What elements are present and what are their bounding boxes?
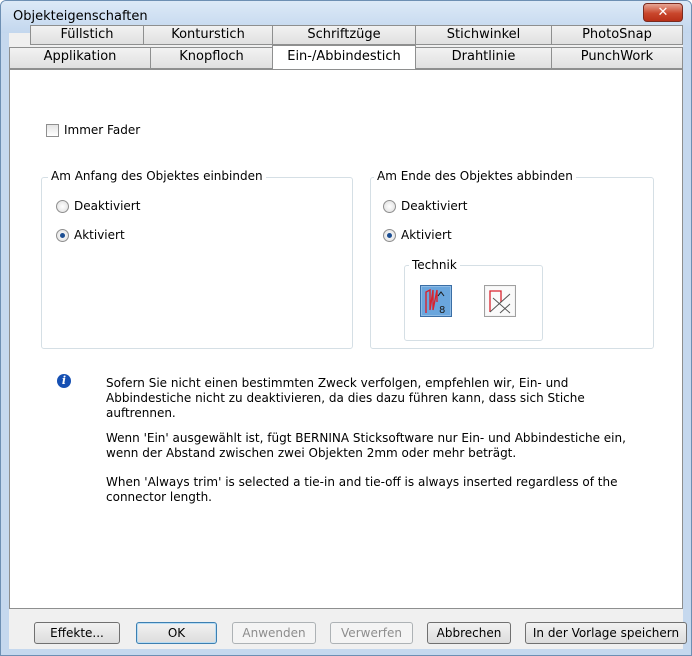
info-paragraph-2: Wenn 'Ein' ausgewählt ist, fügt BERNINA … <box>106 431 626 461</box>
info-text-line: Abbindestiche nicht zu deaktivieren, da … <box>106 391 585 405</box>
technik-tie-cross-button[interactable] <box>484 285 516 317</box>
info-paragraph-3: When 'Always trim' is selected a tie-in … <box>106 475 617 505</box>
radio-selected-dot <box>60 233 65 238</box>
group-start-legend: Am Anfang des Objektes einbinden <box>48 169 266 183</box>
immer-fader-label: Immer Fader <box>64 123 141 137</box>
tab-label: Drahtlinie <box>451 49 516 64</box>
tab-label: PhotoSnap <box>582 27 652 42</box>
radio-selected-dot <box>387 233 392 238</box>
info-paragraph-1: Sofern Sie nicht einen bestimmten Zweck … <box>106 376 585 421</box>
info-text-line: Wenn 'Ein' ausgewählt ist, fügt BERNINA … <box>106 431 626 445</box>
tab-knopfloch[interactable]: Knopfloch <box>150 47 273 69</box>
dialog-window: Objekteigenschaften ✕ Füllstich Konturst… <box>0 0 692 656</box>
tab-label: Applikation <box>43 49 117 64</box>
verwerfen-button[interactable]: Verwerfen <box>330 622 413 644</box>
technik-legend: Technik <box>409 258 460 272</box>
tab-ein-abbindestich[interactable]: Ein-/Abbindestich <box>272 45 416 69</box>
tab-drahtlinie[interactable]: Drahtlinie <box>415 47 552 69</box>
tab-label: Füllstich <box>60 27 114 42</box>
end-aktiviert-radio[interactable] <box>383 229 396 242</box>
close-button[interactable]: ✕ <box>643 3 683 22</box>
info-text-line: Sofern Sie nicht einen bestimmten Zweck … <box>106 376 569 390</box>
tab-schriftzuege[interactable]: Schriftzüge <box>272 25 416 45</box>
tie-off-cross-icon <box>486 287 514 315</box>
window-title: Objekteigenschaften <box>13 9 148 24</box>
tab-photosnap[interactable]: PhotoSnap <box>551 25 683 45</box>
tab-label: Ein-/Abbindestich <box>287 49 401 64</box>
tab-label: Knopfloch <box>179 49 244 64</box>
anwenden-button[interactable]: Anwenden <box>232 622 316 644</box>
group-end-legend: Am Ende des Objektes abbinden <box>374 169 576 183</box>
tie-off-stitch-icon: 8 <box>422 287 450 316</box>
start-aktiviert-label: Aktiviert <box>74 228 125 242</box>
end-deaktiviert-radio[interactable] <box>383 200 396 213</box>
tab-label: PunchWork <box>580 49 654 64</box>
tab-stichwinkel[interactable]: Stichwinkel <box>415 25 552 45</box>
info-text-line: wenn der Abstand zwischen zwei Objekten … <box>106 446 517 460</box>
in-der-vorlage-speichern-button[interactable]: In der Vorlage speichern <box>525 622 687 644</box>
end-deaktiviert-label: Deaktiviert <box>401 199 468 213</box>
ok-button[interactable]: OK <box>136 622 217 644</box>
immer-fader-checkbox[interactable] <box>46 124 59 137</box>
close-icon: ✕ <box>657 5 669 20</box>
technik-tie-stitch-button[interactable]: 8 <box>420 285 452 317</box>
start-aktiviert-radio[interactable] <box>56 229 69 242</box>
info-text-line: When 'Always trim' is selected a tie-in … <box>106 475 618 489</box>
info-text-line: connector length. <box>106 490 212 504</box>
tab-label: Konturstich <box>171 27 245 42</box>
abbrechen-button[interactable]: Abbrechen <box>427 622 511 644</box>
tab-applikation[interactable]: Applikation <box>9 47 151 69</box>
svg-text:8: 8 <box>439 305 445 316</box>
tab-label: Stichwinkel <box>446 27 521 42</box>
info-text-line: auftrennen. <box>106 406 176 420</box>
tab-punchwork[interactable]: PunchWork <box>551 47 683 69</box>
tab-fuellstich[interactable]: Füllstich <box>30 25 144 45</box>
effekte-button[interactable]: Effekte... <box>34 622 120 644</box>
info-icon: i <box>57 374 71 388</box>
tab-label: Schriftzüge <box>307 27 381 42</box>
start-deaktiviert-label: Deaktiviert <box>74 199 141 213</box>
start-deaktiviert-radio[interactable] <box>56 200 69 213</box>
tab-konturstich[interactable]: Konturstich <box>143 25 273 45</box>
end-aktiviert-label: Aktiviert <box>401 228 452 242</box>
